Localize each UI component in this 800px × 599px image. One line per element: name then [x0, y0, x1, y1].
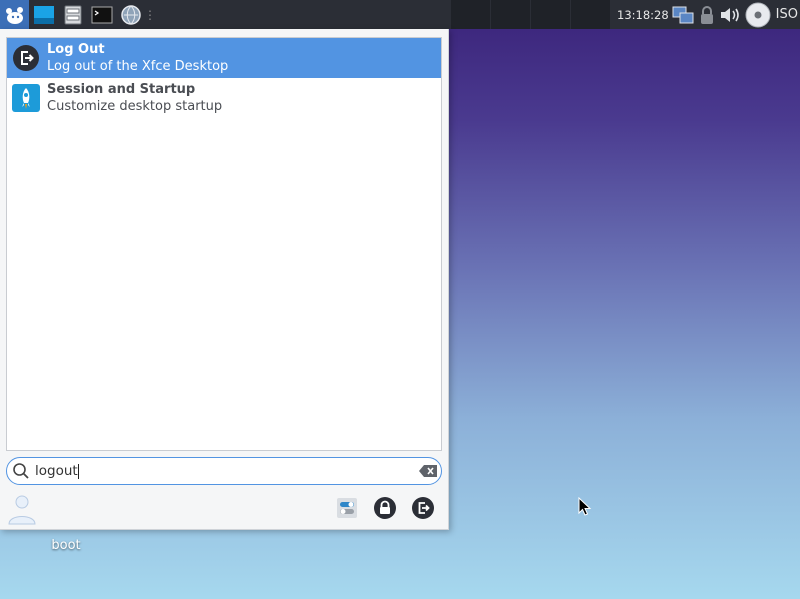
- result-title: Log Out: [47, 42, 105, 57]
- network-icon[interactable]: [671, 0, 695, 29]
- log-out-button[interactable]: [410, 495, 436, 521]
- lock-screen-button[interactable]: [372, 495, 398, 521]
- volume-icon[interactable]: [719, 0, 743, 29]
- search-results-list: Log Out Log out of the Xfce Desktop Sess…: [6, 37, 442, 451]
- mouse-pointer-icon: [578, 497, 592, 516]
- result-item-session-and-startup[interactable]: Session and Startup Customize desktop st…: [7, 78, 441, 118]
- launcher-terminal[interactable]: [87, 0, 116, 29]
- logout-icon: [11, 43, 41, 73]
- disc-label[interactable]: ISO: [773, 7, 800, 22]
- desktop-icon-label-boot[interactable]: boot: [40, 538, 92, 553]
- workspace-slot[interactable]: [491, 0, 531, 29]
- launcher-file-manager[interactable]: [58, 0, 87, 29]
- panel-launchers: ⋮: [0, 0, 156, 29]
- settings-manager-button[interactable]: [334, 495, 360, 521]
- search-icon: [7, 462, 35, 480]
- web-browser-globe-icon: [120, 4, 141, 25]
- result-description: Customize desktop startup: [47, 99, 223, 114]
- tasklist: [451, 0, 611, 29]
- optical-disc-icon[interactable]: [743, 0, 773, 29]
- clear-search-icon[interactable]: [415, 464, 441, 478]
- whisker-menu: Log Out Log out of the Xfce Desktop Sess…: [0, 29, 449, 530]
- workspace-slot[interactable]: [531, 0, 571, 29]
- clock[interactable]: 13:18:28: [615, 8, 671, 22]
- show-desktop-icon: [33, 5, 54, 24]
- logout-icon: [412, 497, 434, 519]
- workspace-slot[interactable]: [451, 0, 491, 29]
- file-cabinet-icon: [64, 5, 81, 24]
- whisker-menu-button[interactable]: [0, 0, 29, 29]
- workspace-slot[interactable]: [571, 0, 611, 29]
- launcher-web-browser[interactable]: [116, 0, 145, 29]
- result-description: Log out of the Xfce Desktop: [47, 59, 229, 74]
- result-title: Session and Startup: [47, 82, 196, 97]
- xfce-mouse-icon: [5, 6, 23, 24]
- rocket-icon: [11, 83, 41, 113]
- top-panel: ⋮ 13:18:28 ISO: [0, 0, 800, 29]
- search-input-value: logout: [35, 463, 78, 479]
- search-field[interactable]: logout: [6, 457, 442, 485]
- lock-tray-icon[interactable]: [695, 0, 719, 29]
- panel-tray: 13:18:28 ISO: [615, 0, 800, 29]
- text-caret: [77, 463, 79, 479]
- launcher-desktop[interactable]: [29, 0, 58, 29]
- user-avatar[interactable]: [7, 492, 37, 526]
- toggle-switches-icon: [337, 498, 357, 518]
- search-input[interactable]: logout: [35, 463, 415, 479]
- terminal-icon: [91, 6, 112, 23]
- menu-footer: [0, 489, 448, 529]
- lock-icon: [374, 497, 396, 519]
- panel-separator-handle[interactable]: ⋮: [144, 0, 156, 29]
- result-item-log-out[interactable]: Log Out Log out of the Xfce Desktop: [7, 38, 441, 78]
